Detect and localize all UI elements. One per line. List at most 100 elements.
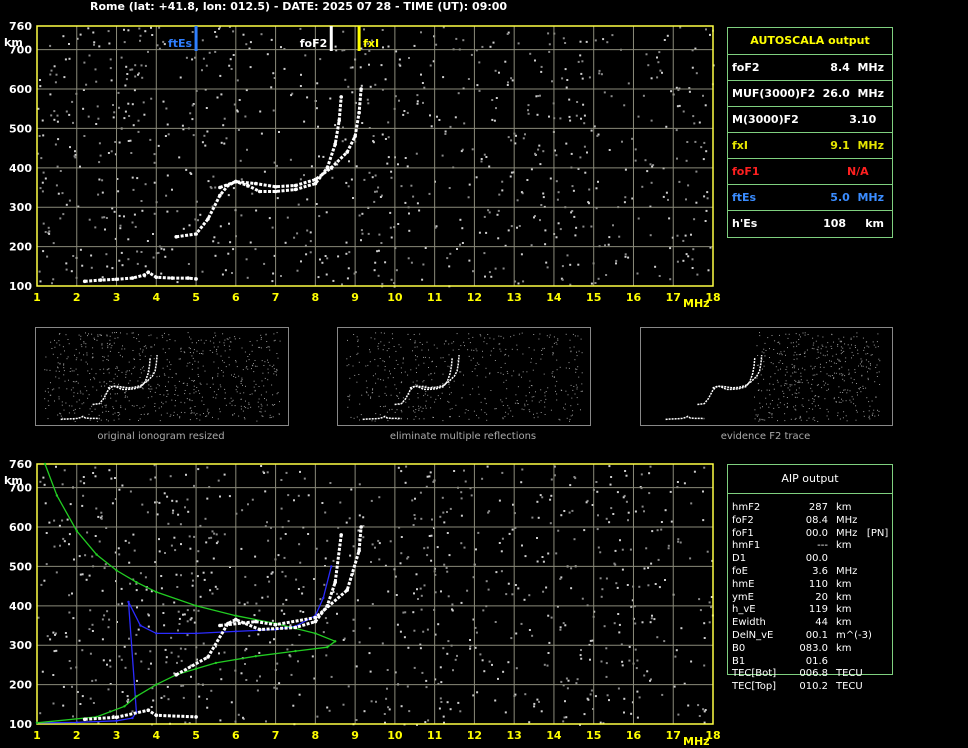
noise-dot xyxy=(231,404,233,406)
noise-dot xyxy=(402,113,405,116)
noise-dot xyxy=(326,539,329,542)
noise-dot xyxy=(68,405,70,407)
noise-dot xyxy=(423,418,425,420)
noise-dot xyxy=(400,346,402,348)
noise-dot xyxy=(570,211,573,214)
noise-dot xyxy=(293,499,295,502)
noise-dot xyxy=(68,57,71,60)
noise-dot xyxy=(224,398,226,400)
noise-dot xyxy=(555,341,557,343)
noise-dot xyxy=(506,371,508,372)
noise-dot xyxy=(157,251,160,254)
noise-dot xyxy=(146,240,149,242)
noise-dot xyxy=(127,102,130,105)
noise-dot xyxy=(240,380,242,382)
noise-dot xyxy=(399,64,402,67)
thumbnail-caption: evidence F2 trace xyxy=(720,431,811,442)
noise-dot xyxy=(41,670,44,673)
noise-dot xyxy=(68,379,69,381)
noise-dot xyxy=(129,380,131,382)
noise-dot xyxy=(452,349,454,351)
noise-dot xyxy=(845,357,847,359)
noise-dot xyxy=(771,414,773,416)
noise-dot xyxy=(375,373,376,375)
noise-dot xyxy=(595,481,598,483)
noise-dot xyxy=(201,353,202,354)
noise-dot xyxy=(74,156,77,159)
noise-dot xyxy=(196,418,198,420)
noise-dot xyxy=(528,629,531,631)
noise-dot xyxy=(596,490,599,493)
noise-dot xyxy=(143,346,145,348)
noise-dot xyxy=(759,407,761,409)
noise-dot xyxy=(128,361,130,363)
noise-dot xyxy=(601,588,604,591)
noise-dot xyxy=(213,342,215,344)
noise-dot xyxy=(575,371,577,373)
noise-dot xyxy=(52,702,55,705)
noise-dot xyxy=(783,404,785,406)
noise-dot xyxy=(213,532,216,535)
noise-dot xyxy=(78,352,80,354)
noise-dot xyxy=(124,392,126,394)
noise-dot xyxy=(159,394,161,395)
noise-dot xyxy=(865,366,867,368)
noise-dot xyxy=(695,201,698,204)
noise-dot xyxy=(387,420,389,422)
noise-dot xyxy=(586,697,589,700)
noise-dot xyxy=(191,118,194,121)
noise-dot xyxy=(65,635,68,638)
noise-dot xyxy=(530,168,533,171)
noise-dot xyxy=(565,716,568,719)
noise-dot xyxy=(707,269,710,272)
noise-dot xyxy=(54,339,55,341)
noise-dot xyxy=(216,349,218,350)
noise-dot xyxy=(388,348,390,349)
noise-dot xyxy=(847,389,849,391)
noise-dot xyxy=(621,568,624,571)
noise-dot xyxy=(831,375,833,376)
noise-dot xyxy=(413,514,416,516)
noise-dot xyxy=(176,210,179,213)
noise-dot xyxy=(298,693,301,696)
aip-value: 01.6 xyxy=(805,655,828,667)
noise-dot xyxy=(618,623,621,626)
noise-dot xyxy=(186,620,189,623)
noise-dot xyxy=(833,341,834,343)
noise-dot xyxy=(464,345,465,347)
noise-dot xyxy=(109,67,112,70)
noise-dot xyxy=(70,367,72,369)
noise-dot xyxy=(87,115,90,118)
noise-dot xyxy=(442,715,445,718)
noise-dot xyxy=(378,395,380,397)
noise-dot xyxy=(236,385,237,387)
noise-dot xyxy=(559,366,561,368)
noise-dot xyxy=(813,348,815,350)
noise-dot xyxy=(163,248,166,251)
noise-dot xyxy=(580,72,583,75)
noise-dot xyxy=(422,381,424,383)
noise-dot xyxy=(566,417,568,419)
noise-dot xyxy=(536,113,539,116)
noise-dot xyxy=(240,405,242,407)
noise-dot xyxy=(408,212,410,215)
noise-dot xyxy=(160,587,163,590)
noise-dot xyxy=(256,689,259,692)
noise-dot xyxy=(556,198,559,201)
x-tick-label: 14 xyxy=(546,729,562,742)
noise-dot xyxy=(342,639,345,641)
noise-dot xyxy=(794,351,796,353)
noise-dot xyxy=(755,414,757,416)
noise-dot xyxy=(89,609,92,612)
noise-dot xyxy=(80,335,82,337)
noise-dot xyxy=(262,415,264,417)
noise-dot xyxy=(435,398,437,400)
noise-dot xyxy=(180,659,183,662)
noise-dot xyxy=(298,543,301,546)
noise-dot xyxy=(238,415,240,417)
noise-dot xyxy=(195,414,196,416)
noise-dot xyxy=(557,191,560,194)
noise-dot xyxy=(259,675,261,678)
noise-dot xyxy=(74,421,76,422)
noise-dot xyxy=(85,578,88,581)
